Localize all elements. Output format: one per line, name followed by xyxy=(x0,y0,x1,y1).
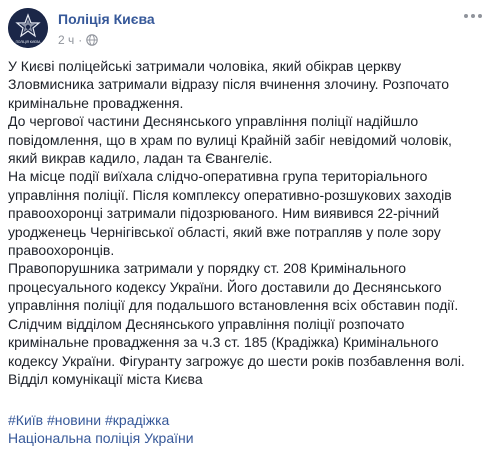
hashtag-row: #Київ #новини #крадіжка xyxy=(8,411,169,429)
avatar-caption: ПОЛІЦІЯ КИЄВА xyxy=(16,40,42,44)
post-line: кодексу України. Фігуранту загрожує до ш… xyxy=(8,352,465,369)
post-line: управління поліції. Після комплексу опер… xyxy=(8,186,452,203)
post-line: правоохоронців. xyxy=(8,242,115,259)
post-line: повідомлення, що в храм по вулиці Крайні… xyxy=(8,131,452,148)
post-line: Зловмисника затримали відразу після вчин… xyxy=(8,76,450,93)
post-line: правоохоронці затримали підозрюваного. Н… xyxy=(8,205,440,222)
post-meta: 2 ч · xyxy=(58,32,155,48)
more-dot xyxy=(464,14,468,18)
post-line: Слідчим відділом Деснянського управління… xyxy=(8,315,405,332)
post-timestamp[interactable]: 2 ч xyxy=(58,32,74,48)
police-badge-icon: ПОЛІЦІЯ КИЄВА xyxy=(8,8,48,48)
post-body: У Києві поліцейські затримали чоловіка, … xyxy=(8,57,486,388)
more-dot xyxy=(478,14,482,18)
post-line: Правопорушника затримали у порядку ст. 2… xyxy=(8,260,407,277)
post-line: процесуального кодексу України. Його дос… xyxy=(8,278,442,295)
post-line: який викрав кадило, ладан та Євангеліє. xyxy=(8,150,273,167)
post-line: До чергової частини Деснянського управлі… xyxy=(8,113,419,130)
post-line: На місце події виїхала слідчо-оперативна… xyxy=(8,168,428,185)
more-dot xyxy=(471,14,475,18)
post-line: Відділ комунікації міста Києва xyxy=(8,370,203,387)
facebook-post: ПОЛІЦІЯ КИЄВА Поліція Києва 2 ч · У Києв… xyxy=(0,0,497,449)
ellipsis-icon[interactable] xyxy=(461,8,485,24)
globe-icon[interactable] xyxy=(86,34,99,46)
source-page-link[interactable]: Національна поліція України xyxy=(8,429,194,447)
post-header: Поліція Києва 2 ч · xyxy=(58,10,155,48)
post-line: управління поліції для подальшого встано… xyxy=(8,297,459,314)
post-line: У Києві поліцейські затримали чоловіка, … xyxy=(8,58,402,74)
hashtag-link[interactable]: #Київ xyxy=(8,412,43,428)
post-line: кримінальне провадження за ч.3 ст. 185 (… xyxy=(8,334,439,351)
page-name-link[interactable]: Поліція Києва xyxy=(58,11,155,27)
post-line: кримінальне провадження. xyxy=(8,94,184,111)
page-avatar[interactable]: ПОЛІЦІЯ КИЄВА xyxy=(8,8,48,48)
hashtag-link[interactable]: #новини xyxy=(47,412,101,428)
hashtag-link[interactable]: #крадіжка xyxy=(105,412,169,428)
post-line: уродженець Чернігівської області, який в… xyxy=(8,223,441,240)
meta-separator: · xyxy=(78,33,83,47)
